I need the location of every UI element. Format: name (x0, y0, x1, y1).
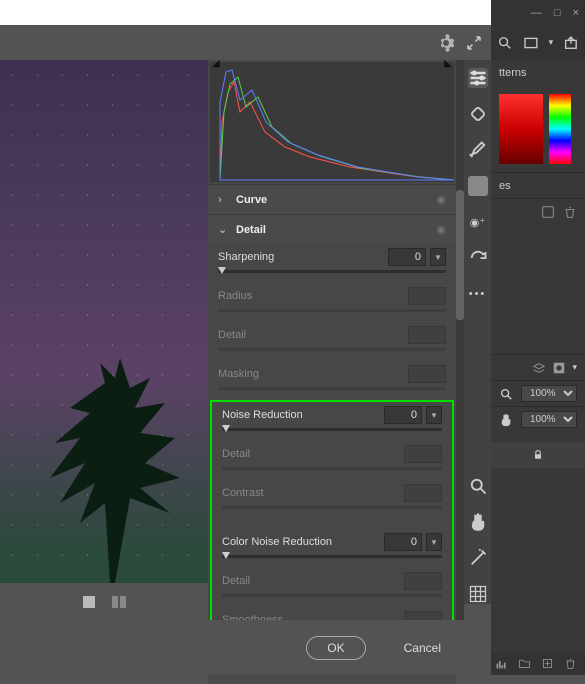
red-swatch[interactable] (499, 94, 543, 164)
hand-tool-icon[interactable] (499, 413, 513, 427)
noise-reduction-slider[interactable]: Noise Reduction ▼ (212, 402, 452, 441)
noise-contrast-label: Contrast (222, 487, 264, 499)
chevron-down-icon: ⌄ (218, 223, 228, 236)
adjustments-panel: ◢◣ › Curve ◉ ⌄ Detail ◉ Sharpening ▼ Rad… (208, 60, 456, 684)
detail-sub-label: Detail (218, 329, 246, 341)
split-view-icon[interactable] (111, 594, 127, 610)
zoom-select-2[interactable]: 100% (521, 411, 577, 428)
color-noise-value[interactable] (384, 533, 422, 551)
sharpening-slider[interactable]: Sharpening ▼ (208, 244, 456, 283)
lock-icon[interactable] (532, 449, 544, 461)
sharpening-label: Sharpening (218, 251, 274, 263)
noise-detail-slider: Detail (212, 441, 452, 480)
radius-slider: Radius (208, 283, 456, 322)
color-noise-label: Color Noise Reduction (222, 536, 332, 548)
tab-es[interactable]: es (499, 180, 511, 192)
ok-button[interactable]: OK (306, 636, 365, 660)
more-icon[interactable]: ••• (468, 284, 488, 304)
window-controls: — □ × (491, 0, 585, 25)
search-icon[interactable] (497, 35, 513, 51)
panel-icon[interactable] (541, 205, 555, 219)
expand-icon[interactable] (465, 34, 483, 52)
curve-label: Curve (236, 194, 436, 206)
color-noise-detail-slider: Detail (212, 568, 452, 607)
expand-icon[interactable]: ▼ (430, 248, 446, 266)
workspace-icon[interactable] (523, 35, 539, 51)
right-dock: tterns es ▾ 100% 100% (491, 60, 585, 675)
noise-highlight-box: Noise Reduction ▼ Detail Contrast Color … (210, 400, 454, 654)
detail-value (408, 326, 446, 344)
share-icon[interactable] (563, 35, 579, 51)
visibility-icon[interactable]: ◉ (436, 223, 446, 236)
dialog-toolbar (0, 25, 491, 60)
visibility-icon[interactable]: ◉ (436, 193, 446, 206)
close-icon[interactable]: × (573, 7, 579, 19)
tab-patterns[interactable]: tterns (499, 67, 527, 79)
noise-label: Noise Reduction (222, 409, 303, 421)
zoom-select-1[interactable]: 100% (521, 385, 577, 402)
masking-slider: Masking (208, 361, 456, 400)
single-view-icon[interactable] (81, 594, 97, 610)
trash-icon[interactable] (564, 657, 577, 670)
lock-row (491, 442, 585, 468)
trash-icon[interactable] (563, 205, 577, 219)
preview-toolbar (0, 583, 208, 620)
panel-scrollbar[interactable] (456, 60, 464, 620)
mask-icon[interactable] (552, 361, 566, 375)
detail-label: Detail (236, 224, 436, 236)
redo-icon[interactable] (468, 248, 488, 268)
cancel-button[interactable]: Cancel (384, 637, 461, 659)
detail-section-header[interactable]: ⌄ Detail ◉ (208, 214, 456, 244)
noise-detail-label: Detail (222, 448, 250, 460)
title-bar-white (0, 0, 491, 25)
expand-icon[interactable]: ▼ (426, 533, 442, 551)
app-toolbar-right: ▾ (491, 25, 585, 60)
detail-slider: Detail (208, 322, 456, 361)
sharpening-value[interactable] (388, 248, 426, 266)
tree-silhouette (20, 343, 200, 583)
radius-label: Radius (218, 290, 252, 302)
cn-detail-label: Detail (222, 575, 250, 587)
zoom-tool-icon[interactable] (499, 387, 513, 401)
folder-icon[interactable] (518, 657, 531, 670)
curve-section-header[interactable]: › Curve ◉ (208, 184, 456, 214)
brush-icon[interactable] (468, 140, 488, 160)
hand-icon[interactable] (468, 512, 488, 532)
masking-label: Masking (218, 368, 259, 380)
tool-strip: ◉⁺ ••• (464, 60, 491, 604)
grey-swatch-icon[interactable] (468, 176, 488, 196)
wand-icon[interactable] (468, 548, 488, 568)
spectrum-bar[interactable] (549, 94, 571, 164)
maximize-icon[interactable]: □ (554, 7, 561, 19)
heal-icon[interactable] (468, 104, 488, 124)
radius-value (408, 287, 446, 305)
image-preview[interactable] (0, 60, 208, 583)
color-swatches (491, 86, 585, 172)
chevron-right-icon: › (218, 194, 228, 206)
dialog-footer: OK Cancel (0, 620, 491, 675)
adjust-icon[interactable] (468, 68, 488, 88)
zoom-icon[interactable] (468, 476, 488, 496)
gear-icon[interactable] (437, 34, 455, 52)
new-layer-icon[interactable] (541, 657, 554, 670)
noise-value[interactable] (384, 406, 422, 424)
grid-icon[interactable] (468, 584, 488, 604)
app-statusbar (491, 651, 585, 675)
masking-value (408, 365, 446, 383)
eye-plus-icon[interactable]: ◉⁺ (468, 212, 488, 232)
histogram[interactable]: ◢◣ (210, 62, 454, 182)
minimize-icon[interactable]: — (531, 7, 542, 19)
color-noise-slider[interactable]: Color Noise Reduction ▼ (212, 529, 452, 568)
noise-contrast-slider: Contrast (212, 480, 452, 519)
expand-icon[interactable]: ▼ (426, 406, 442, 424)
histogram-mini-icon[interactable] (495, 657, 508, 670)
layers-icon[interactable] (532, 361, 546, 375)
